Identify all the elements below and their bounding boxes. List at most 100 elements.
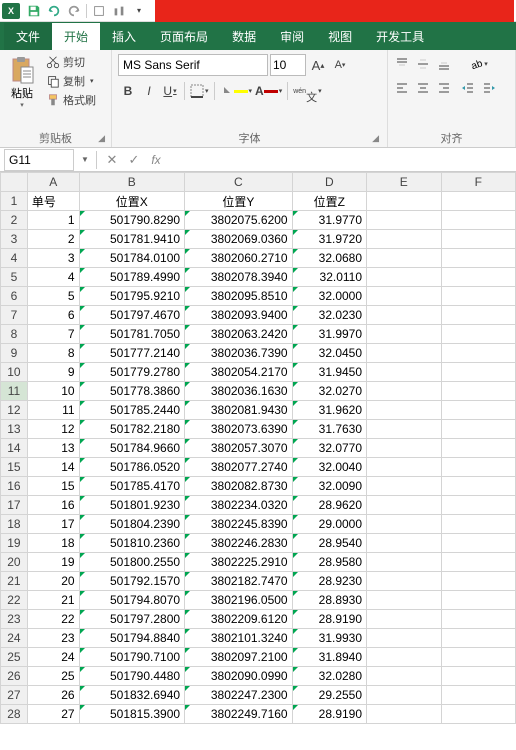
cell[interactable]: 32.0110 (292, 268, 366, 287)
bold-button[interactable]: B (118, 80, 138, 102)
border-button[interactable]: ▾ (189, 80, 210, 102)
cell[interactable] (367, 211, 441, 230)
cell[interactable]: 3802247.2300 (185, 686, 293, 705)
row-header[interactable]: 1 (1, 192, 28, 211)
align-middle-icon[interactable] (413, 53, 433, 75)
cell[interactable] (441, 610, 516, 629)
align-center-icon[interactable] (413, 77, 433, 99)
cell[interactable] (367, 591, 441, 610)
cell[interactable] (367, 534, 441, 553)
cell[interactable] (441, 534, 516, 553)
font-name-select[interactable] (118, 54, 268, 76)
worksheet-grid[interactable]: A B C D E F 1 单号 位置X 位置Y 位置Z 2 1 501790.… (0, 172, 516, 724)
row-header[interactable]: 22 (1, 591, 28, 610)
row-header[interactable]: 6 (1, 287, 28, 306)
cell[interactable]: 32.0000 (292, 287, 366, 306)
increase-font-icon[interactable]: A▴ (308, 54, 328, 76)
cut-button[interactable]: 剪切 (44, 53, 98, 71)
cell[interactable] (441, 211, 516, 230)
cell[interactable]: 3802078.3940 (185, 268, 293, 287)
cell[interactable] (441, 439, 516, 458)
format-painter-button[interactable]: 格式刷 (44, 91, 98, 109)
cell[interactable] (367, 648, 441, 667)
cell[interactable]: 501790.7100 (79, 648, 184, 667)
cell[interactable] (367, 230, 441, 249)
redo-icon[interactable] (64, 2, 84, 20)
cell[interactable] (441, 591, 516, 610)
cell[interactable]: 501804.2390 (79, 515, 184, 534)
cell[interactable]: 27 (27, 705, 79, 724)
undo-icon[interactable] (44, 2, 64, 20)
col-header-d[interactable]: D (292, 173, 366, 192)
orientation-icon[interactable]: ab▾ (458, 53, 499, 75)
cell[interactable]: 3802090.0990 (185, 667, 293, 686)
cell[interactable] (441, 325, 516, 344)
cell[interactable]: 28.9620 (292, 496, 366, 515)
cell[interactable]: 3802060.2710 (185, 249, 293, 268)
enter-formula-icon[interactable]: ✓ (123, 152, 145, 168)
qat-customize-icon[interactable]: ▾ (129, 2, 149, 20)
cell[interactable]: 3802081.9430 (185, 401, 293, 420)
cell[interactable] (367, 344, 441, 363)
cell[interactable] (367, 629, 441, 648)
cell[interactable]: 501782.2180 (79, 420, 184, 439)
cell[interactable] (367, 249, 441, 268)
cell[interactable]: 3802249.7160 (185, 705, 293, 724)
cell[interactable]: 3802054.2170 (185, 363, 293, 382)
cell[interactable]: 501794.8840 (79, 629, 184, 648)
cell[interactable]: 12 (27, 420, 79, 439)
tab-file[interactable]: 文件 (4, 23, 52, 50)
cell[interactable] (441, 344, 516, 363)
cell[interactable]: 31.9620 (292, 401, 366, 420)
cell[interactable]: 501785.4170 (79, 477, 184, 496)
cell[interactable] (441, 648, 516, 667)
increase-indent-icon[interactable] (479, 77, 499, 99)
cell[interactable]: 8 (27, 344, 79, 363)
cell[interactable]: 1 (27, 211, 79, 230)
cell[interactable] (441, 458, 516, 477)
row-header[interactable]: 7 (1, 306, 28, 325)
cell[interactable]: 单号 (27, 192, 79, 211)
row-header[interactable]: 4 (1, 249, 28, 268)
decrease-font-icon[interactable]: A▾ (330, 54, 350, 76)
cell[interactable] (441, 420, 516, 439)
cell[interactable]: 4 (27, 268, 79, 287)
cell[interactable]: 501801.9230 (79, 496, 184, 515)
cell[interactable] (441, 667, 516, 686)
cell[interactable] (441, 705, 516, 724)
cell[interactable]: 501781.7050 (79, 325, 184, 344)
select-all-corner[interactable] (1, 173, 28, 192)
cell[interactable]: 11 (27, 401, 79, 420)
cell[interactable] (367, 287, 441, 306)
cell[interactable]: 501797.2800 (79, 610, 184, 629)
cell[interactable] (441, 382, 516, 401)
cell[interactable]: 28.8930 (292, 591, 366, 610)
cell[interactable]: 28.9190 (292, 705, 366, 724)
cell[interactable]: 3802093.9400 (185, 306, 293, 325)
cancel-formula-icon[interactable]: ✕ (101, 152, 123, 168)
save-icon[interactable] (24, 2, 44, 20)
name-box[interactable] (4, 149, 74, 171)
cell[interactable]: 32.0230 (292, 306, 366, 325)
tab-view[interactable]: 视图 (316, 23, 364, 50)
dialog-launcher-icon[interactable]: ◢ (98, 133, 105, 144)
cell[interactable] (441, 287, 516, 306)
cell[interactable]: 501832.6940 (79, 686, 184, 705)
cell[interactable]: 501786.0520 (79, 458, 184, 477)
copy-button[interactable]: 复制▾ (44, 72, 98, 90)
row-header[interactable]: 24 (1, 629, 28, 648)
row-header[interactable]: 17 (1, 496, 28, 515)
row-header[interactable]: 21 (1, 572, 28, 591)
row-header[interactable]: 25 (1, 648, 28, 667)
cell[interactable] (367, 420, 441, 439)
cell[interactable]: 5 (27, 287, 79, 306)
cell[interactable] (367, 610, 441, 629)
row-header[interactable]: 10 (1, 363, 28, 382)
col-header-f[interactable]: F (441, 173, 516, 192)
cell[interactable]: 15 (27, 477, 79, 496)
cell[interactable]: 31.9930 (292, 629, 366, 648)
cell[interactable]: 31.9970 (292, 325, 366, 344)
cell[interactable]: 22 (27, 610, 79, 629)
qat-btn-4[interactable] (89, 2, 109, 20)
row-header[interactable]: 15 (1, 458, 28, 477)
